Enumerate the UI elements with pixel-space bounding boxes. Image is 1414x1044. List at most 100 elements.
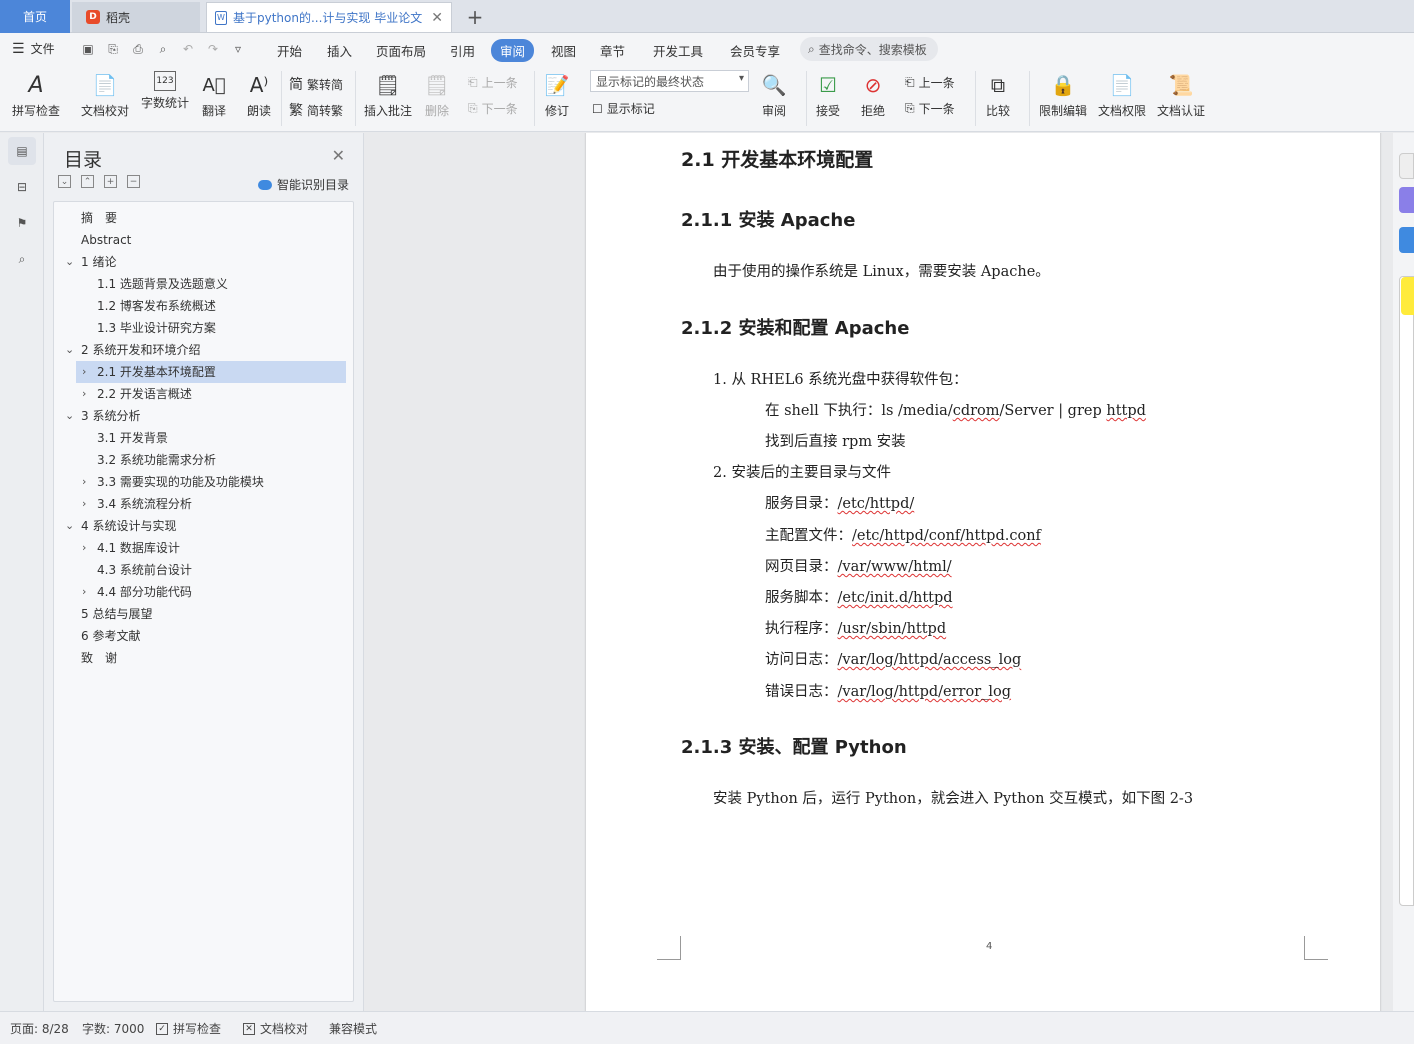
crop-mark-left — [657, 936, 681, 960]
chevron-down-icon[interactable]: ⌄ — [65, 251, 74, 273]
print-icon[interactable]: ⎙ — [130, 41, 146, 57]
proof-status[interactable]: ✕ 文档校对 — [243, 1020, 308, 1037]
toc-item[interactable]: ⌄ 3 系统分析 — [65, 405, 140, 427]
add-heading-icon[interactable]: + — [104, 175, 117, 188]
toc-item-label: 3.4 系统流程分析 — [97, 497, 192, 511]
spell-check-status[interactable]: ✓ 拼写检查 — [156, 1020, 221, 1037]
prev-change-button[interactable]: ⎗ 上一条 — [905, 74, 955, 91]
menu-insert[interactable]: 插入 — [327, 41, 352, 60]
expand-all-icon[interactable]: ⌄ — [58, 175, 71, 188]
chevron-down-icon[interactable]: ⌄ — [65, 339, 74, 361]
bookmark-icon[interactable]: ⚑ — [8, 209, 36, 237]
redo-icon[interactable]: ↷ — [205, 41, 221, 57]
delete-comment-button[interactable]: 🗒 删除 — [423, 71, 451, 119]
toc-item[interactable]: 3.1 开发背景 — [97, 427, 168, 449]
export-icon[interactable]: ⎘ — [105, 41, 121, 57]
chevron-right-icon[interactable]: › — [82, 361, 86, 383]
menu-section[interactable]: 章节 — [600, 41, 625, 60]
file-menu-button[interactable]: ☰ 文件 — [12, 40, 55, 57]
track-changes-button[interactable]: 📝 修订 — [543, 71, 571, 119]
smart-toc-button[interactable]: 智能识别目录 — [257, 176, 349, 193]
toc-item[interactable]: ⌄ 2 系统开发和环境介绍 — [65, 339, 200, 361]
chevron-down-icon[interactable]: ⌄ — [65, 405, 74, 427]
menu-references[interactable]: 引用 — [450, 41, 475, 60]
toc-item[interactable]: 4.3 系统前台设计 — [97, 559, 192, 581]
menu-member[interactable]: 会员专享 — [730, 41, 780, 60]
show-markup-button[interactable]: ☐ 显示标记 — [592, 100, 655, 117]
chapter-nav-icon[interactable]: ⊟ — [8, 173, 36, 201]
side-tool-button[interactable] — [1399, 153, 1414, 179]
trad-to-simp-button[interactable]: 简 繁转简 — [289, 74, 343, 94]
menu-developer[interactable]: 开发工具 — [653, 41, 703, 60]
close-icon[interactable]: ✕ — [332, 146, 345, 165]
menu-review[interactable]: 审阅 — [491, 39, 535, 62]
menu-view[interactable]: 视图 — [551, 41, 576, 60]
toc-item-selected[interactable]: › 2.1 开发基本环境配置 — [76, 361, 346, 383]
command-search[interactable]: ⌕ 查找命令、搜索模板 — [800, 37, 938, 61]
toc-item[interactable]: 6 参考文献 — [81, 625, 140, 647]
accept-button[interactable]: ☑ 接受 — [814, 71, 842, 119]
word-count-button[interactable]: 123 字数统计 — [141, 71, 189, 111]
quick-more-icon[interactable]: ▿ — [230, 41, 246, 57]
doc-certify-icon: 📜 — [1168, 73, 1194, 97]
toc-item[interactable]: 1.1 选题背景及选题意义 — [97, 273, 228, 295]
toc-item[interactable]: › 4.4 部分功能代码 — [81, 581, 192, 603]
toc-item[interactable]: › 3.4 系统流程分析 — [81, 493, 192, 515]
search-icon[interactable]: ⌕ — [8, 245, 36, 273]
save-icon[interactable]: ▣ — [80, 41, 96, 57]
side-tool-button[interactable] — [1399, 187, 1414, 213]
next-change-button[interactable]: ⎘ 下一条 — [905, 100, 955, 117]
new-tab-button[interactable]: + — [460, 2, 490, 32]
toc-item[interactable]: 摘 要 — [81, 207, 117, 229]
compare-button[interactable]: ⧉ 比较 — [984, 71, 1012, 119]
print-preview-icon[interactable]: ⌕ — [155, 41, 171, 57]
remove-heading-icon[interactable]: − — [127, 175, 140, 188]
review-pane-button[interactable]: 🔍 审阅 — [760, 71, 788, 119]
toc-item[interactable]: 1.2 博客发布系统概述 — [97, 295, 216, 317]
document-canvas[interactable]: 2.1 开发基本环境配置 2.1.1 安装 Apache 由于使用的操作系统是 … — [364, 133, 1414, 1011]
prev-comment-button[interactable]: ⎗ 上一条 — [468, 74, 518, 91]
toc-item[interactable]: 3.2 系统功能需求分析 — [97, 449, 216, 471]
toc-pane-icon[interactable]: ▤ — [8, 137, 36, 165]
toc-item[interactable]: Abstract — [81, 229, 131, 251]
simp-to-trad-button[interactable]: 繁 简转繁 — [289, 100, 343, 120]
tab-document[interactable]: W 基于python的...计与实现 毕业论文 ✕ — [206, 2, 452, 32]
toc-item[interactable]: 致 谢 — [81, 647, 117, 669]
chevron-right-icon[interactable]: › — [82, 383, 86, 405]
toc-item-label: 摘 要 — [81, 211, 118, 225]
chevron-right-icon[interactable]: › — [82, 493, 86, 515]
menu-page-layout[interactable]: 页面布局 — [376, 41, 426, 60]
translate-button[interactable]: A⃞ 翻译 — [200, 71, 228, 119]
page-indicator[interactable]: 页面: 8/28 — [10, 1020, 69, 1037]
chevron-right-icon[interactable]: › — [82, 581, 86, 603]
toc-item[interactable]: › 3.3 需要实现的功能及功能模块 — [81, 471, 264, 493]
document-page[interactable]: 2.1 开发基本环境配置 2.1.1 安装 Apache 由于使用的操作系统是 … — [586, 133, 1380, 1011]
undo-icon[interactable]: ↶ — [180, 41, 196, 57]
tab-home[interactable]: 首页 — [0, 0, 70, 33]
collapse-all-icon[interactable]: ⌃ — [81, 175, 94, 188]
menu-start[interactable]: 开始 — [277, 41, 302, 60]
chevron-right-icon[interactable]: › — [82, 537, 86, 559]
tab-close-icon[interactable]: ✕ — [431, 10, 443, 26]
restrict-edit-button[interactable]: 🔒 限制编辑 — [1039, 71, 1087, 119]
chevron-down-icon[interactable]: ⌄ — [65, 515, 74, 537]
next-comment-button[interactable]: ⎘ 下一条 — [468, 100, 518, 117]
insert-comment-button[interactable]: 🗒 插入批注 — [364, 71, 412, 119]
doc-proof-button[interactable]: 📄 文档校对 — [81, 71, 129, 119]
read-aloud-button[interactable]: A⁾ 朗读 — [245, 71, 273, 119]
word-count-indicator[interactable]: 字数: 7000 — [82, 1020, 144, 1037]
reject-button[interactable]: ⊘ 拒绝 — [859, 71, 887, 119]
side-tool-button[interactable] — [1399, 227, 1414, 253]
toc-item[interactable]: › 2.2 开发语言概述 — [81, 383, 192, 405]
doc-certify-button[interactable]: 📜 文档认证 — [1157, 71, 1205, 119]
chevron-right-icon[interactable]: › — [82, 471, 86, 493]
doc-permission-button[interactable]: 📄 文档权限 — [1098, 71, 1146, 119]
tab-daoke[interactable]: D 稻壳 — [72, 2, 200, 32]
spell-check-button[interactable]: A 拼写检查 — [12, 71, 60, 119]
markup-state-select[interactable]: 显示标记的最终状态 — [590, 70, 749, 92]
toc-item[interactable]: 5 总结与展望 — [81, 603, 152, 625]
toc-item[interactable]: ⌄ 1 绪论 — [65, 251, 116, 273]
toc-item[interactable]: ⌄ 4 系统设计与实现 — [65, 515, 176, 537]
toc-item[interactable]: › 4.1 数据库设计 — [81, 537, 180, 559]
toc-item[interactable]: 1.3 毕业设计研究方案 — [97, 317, 216, 339]
